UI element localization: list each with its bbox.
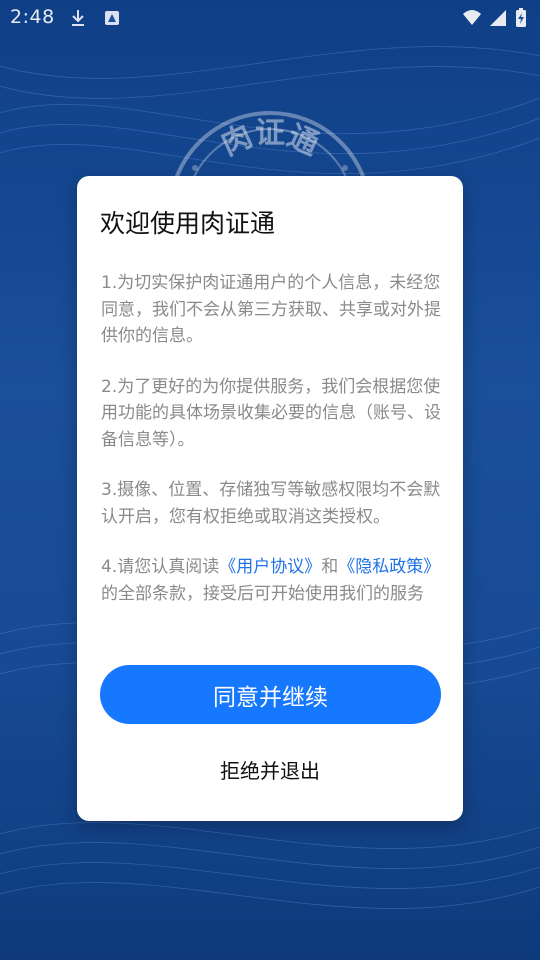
agree-and-continue-button[interactable]: 同意并继续 xyxy=(100,665,441,724)
term-item-1: 1.为切实保护肉证通用户的个人信息，未经您同意，我们不会从第三方获取、共享或对外… xyxy=(101,273,441,346)
wifi-icon xyxy=(462,8,482,28)
terms-list: 1.为切实保护肉证通用户的个人信息，未经您同意，我们不会从第三方获取、共享或对外… xyxy=(101,270,445,631)
battery-charging-icon xyxy=(514,8,528,28)
term-item-4: 4.请您认真阅读《用户协议》和《隐私政策》的全部条款，接受后可开始使用我们的服务 xyxy=(101,554,445,607)
term-4-suffix: 的全部条款，接受后可开始使用我们的服务 xyxy=(101,583,424,604)
term-item-2: 2.为了更好的为你提供服务，我们会根据您使用功能的具体场景收集必要的信息（账号、… xyxy=(101,376,441,450)
app-screen: 2:48 肉证通 欢迎使用肉证通 1.为切实保护肉证通用户的个人信息，未经您同意… xyxy=(0,0,540,960)
term-item-3: 3.摄像、位置、存储独写等敏感权限均不会默认开启，您有权拒绝或取消这类授权。 xyxy=(101,480,441,527)
term-4-prefix: 4.请您认真阅读 xyxy=(101,557,220,577)
privacy-consent-dialog: 欢迎使用肉证通 1.为切实保护肉证通用户的个人信息，未经您同意，我们不会从第三方… xyxy=(77,176,463,821)
signal-icon xyxy=(488,8,508,28)
app-notification-icon xyxy=(102,8,122,28)
privacy-policy-link[interactable]: 《隐私政策》 xyxy=(338,557,440,577)
reject-and-exit-button[interactable]: 拒绝并退出 xyxy=(170,751,370,787)
logo-text: 肉证通 xyxy=(216,116,324,163)
status-bar: 2:48 xyxy=(0,0,540,36)
term-4-connector: 和 xyxy=(321,557,339,577)
download-icon xyxy=(68,8,88,28)
dialog-title: 欢迎使用肉证通 xyxy=(100,209,276,238)
status-time: 2:48 xyxy=(10,6,55,28)
user-agreement-link[interactable]: 《用户协议》 xyxy=(219,557,321,577)
svg-text:肉证通: 肉证通 xyxy=(216,116,324,163)
